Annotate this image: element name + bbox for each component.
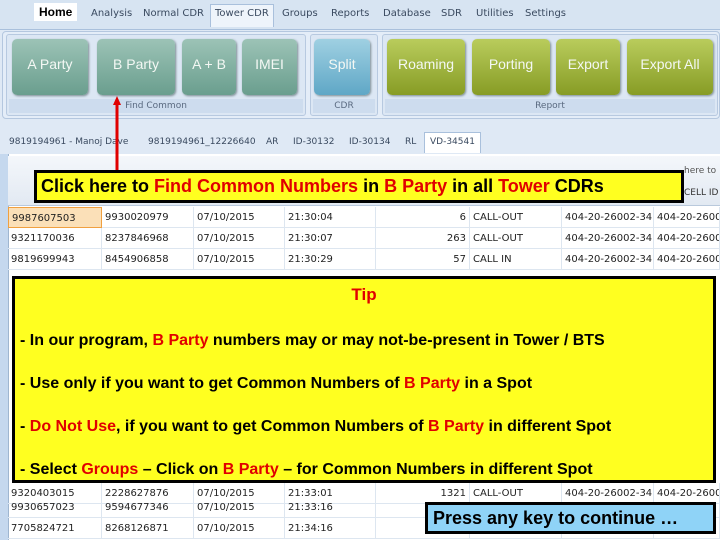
table-cell[interactable]: 8454906858 bbox=[102, 249, 194, 270]
imei-button[interactable]: IMEI bbox=[242, 39, 297, 95]
tip-line-3: - Do Not Use, if you want to get Common … bbox=[20, 418, 612, 435]
table-cell[interactable]: CALL IN bbox=[470, 249, 562, 270]
header-hint: here to bbox=[684, 166, 717, 176]
table-cell[interactable]: 404-20-26002 bbox=[654, 228, 720, 249]
b-party-button[interactable]: B Party bbox=[97, 39, 175, 95]
table-cell[interactable]: CALL-OUT bbox=[470, 207, 562, 228]
tab-12226640[interactable]: 9819194961_12226640 bbox=[148, 137, 256, 147]
grid-left-strip bbox=[0, 154, 8, 540]
callout-text: in bbox=[358, 176, 385, 196]
roaming-button[interactable]: Roaming bbox=[387, 39, 465, 95]
callout-emphasis: Tower bbox=[498, 176, 550, 196]
callout-text: Click here to bbox=[41, 176, 155, 196]
callout-emphasis: Find Common Numbers bbox=[154, 176, 359, 196]
table-cell[interactable]: 57 bbox=[376, 249, 470, 270]
a-plus-b-button[interactable]: A + B bbox=[182, 39, 236, 95]
table-cell[interactable]: 404-20-26002-34... bbox=[562, 207, 654, 228]
menu-reports[interactable]: Reports bbox=[331, 8, 369, 19]
tab-rl[interactable]: RL bbox=[405, 137, 416, 147]
menu-tower-cdr[interactable]: Tower CDR bbox=[210, 4, 274, 27]
tip-title: Tip bbox=[351, 285, 377, 304]
export-all-button[interactable]: Export All bbox=[627, 39, 713, 95]
table-cell[interactable]: 9321170036 bbox=[8, 228, 102, 249]
porting-button[interactable]: Porting bbox=[472, 39, 550, 95]
table-cell[interactable]: 9930020979 bbox=[102, 207, 194, 228]
tab-manoj-dave[interactable]: 9819194961 - Manoj Dave bbox=[9, 137, 128, 147]
table-cell[interactable]: 21:33:16 bbox=[285, 497, 376, 518]
table-cell[interactable]: 9930657023 bbox=[8, 497, 102, 518]
table-cell[interactable]: 07/10/2015 bbox=[194, 249, 285, 270]
table-cell[interactable]: 6 bbox=[376, 207, 470, 228]
callout-text: in all bbox=[447, 176, 499, 196]
tab-ar[interactable]: AR bbox=[266, 137, 278, 147]
document-tabs: 9819194961 - Manoj Dave 9819194961_12226… bbox=[0, 128, 720, 154]
menu-analysis[interactable]: Analysis bbox=[91, 8, 132, 19]
table-cell[interactable]: 9987607503 bbox=[8, 207, 102, 228]
group-label-cdr: CDR bbox=[313, 99, 375, 113]
table-cell[interactable]: CALL-OUT bbox=[470, 228, 562, 249]
table-cell[interactable]: 21:30:07 bbox=[285, 228, 376, 249]
menu-settings[interactable]: Settings bbox=[525, 8, 566, 19]
table-cell[interactable]: 07/10/2015 bbox=[194, 497, 285, 518]
table-cell[interactable]: 404-20-26002 bbox=[654, 207, 720, 228]
menu-utilities[interactable]: Utilities bbox=[476, 8, 514, 19]
tip-box: Tip - In our program, B Party numbers ma… bbox=[12, 276, 716, 483]
split-button[interactable]: Split bbox=[314, 39, 370, 95]
table-row[interactable]: 9987607503 9930020979 07/10/2015 21:30:04 6 C… bbox=[8, 207, 720, 228]
table-cell[interactable]: 07/10/2015 bbox=[194, 207, 285, 228]
export-button[interactable]: Export bbox=[556, 39, 620, 95]
table-cell[interactable]: 404-20-26002-34... bbox=[562, 249, 654, 270]
table-cell[interactable]: 9594677346 bbox=[102, 497, 194, 518]
table-cell[interactable]: 404-20-26002 bbox=[654, 249, 720, 270]
group-label-report: Report bbox=[385, 99, 715, 113]
table-row[interactable]: 9819699943 8454906858 07/10/2015 21:30:29 57… bbox=[8, 249, 720, 270]
tab-vd-34541[interactable]: VD-34541 bbox=[424, 132, 481, 153]
table-cell[interactable]: 8268126871 bbox=[102, 518, 194, 539]
menu-home[interactable]: Home bbox=[34, 3, 78, 21]
menu-groups[interactable]: Groups bbox=[282, 8, 318, 19]
table-cell[interactable]: 263 bbox=[376, 228, 470, 249]
menu-sdr[interactable]: SDR bbox=[441, 8, 462, 19]
tip-line-4: - Select Groups – Click on B Party – for… bbox=[20, 461, 593, 478]
table-cell[interactable]: 21:30:29 bbox=[285, 249, 376, 270]
table-cell[interactable]: 21:34:16 bbox=[285, 518, 376, 539]
table-cell[interactable]: 7705824721 bbox=[8, 518, 102, 539]
tab-id-30132[interactable]: ID-30132 bbox=[293, 137, 334, 147]
a-party-button[interactable]: A Party bbox=[12, 39, 88, 95]
menu-normal-cdr[interactable]: Normal CDR bbox=[143, 8, 204, 19]
tip-line-2: - Use only if you want to get Common Num… bbox=[20, 375, 533, 392]
menu-database[interactable]: Database bbox=[383, 8, 431, 19]
table-cell[interactable]: 21:30:04 bbox=[285, 207, 376, 228]
callout-b-party: Click here to Find Common Numbers in B P… bbox=[34, 170, 684, 203]
header-cell-id[interactable]: CELL ID bbox=[684, 188, 718, 198]
tab-id-30134[interactable]: ID-30134 bbox=[349, 137, 390, 147]
table-cell[interactable]: 404-20-26002-34... bbox=[562, 228, 654, 249]
callout-text: CDRs bbox=[549, 176, 604, 196]
tip-line-1: - In our program, B Party numbers may or… bbox=[20, 332, 605, 349]
press-any-key-banner[interactable]: Press any key to continue … bbox=[425, 502, 716, 534]
table-cell[interactable]: 07/10/2015 bbox=[194, 228, 285, 249]
table-cell[interactable]: 9819699943 bbox=[8, 249, 102, 270]
group-label-find-common: Find Common bbox=[9, 99, 303, 113]
table-cell[interactable]: 8237846968 bbox=[102, 228, 194, 249]
callout-emphasis: B Party bbox=[384, 176, 448, 196]
table-cell[interactable]: 07/10/2015 bbox=[194, 518, 285, 539]
menu-bar: Home Analysis Normal CDR Tower CDR Group… bbox=[0, 0, 720, 30]
table-row[interactable]: 9321170036 8237846968 07/10/2015 21:30:07 26… bbox=[8, 228, 720, 249]
